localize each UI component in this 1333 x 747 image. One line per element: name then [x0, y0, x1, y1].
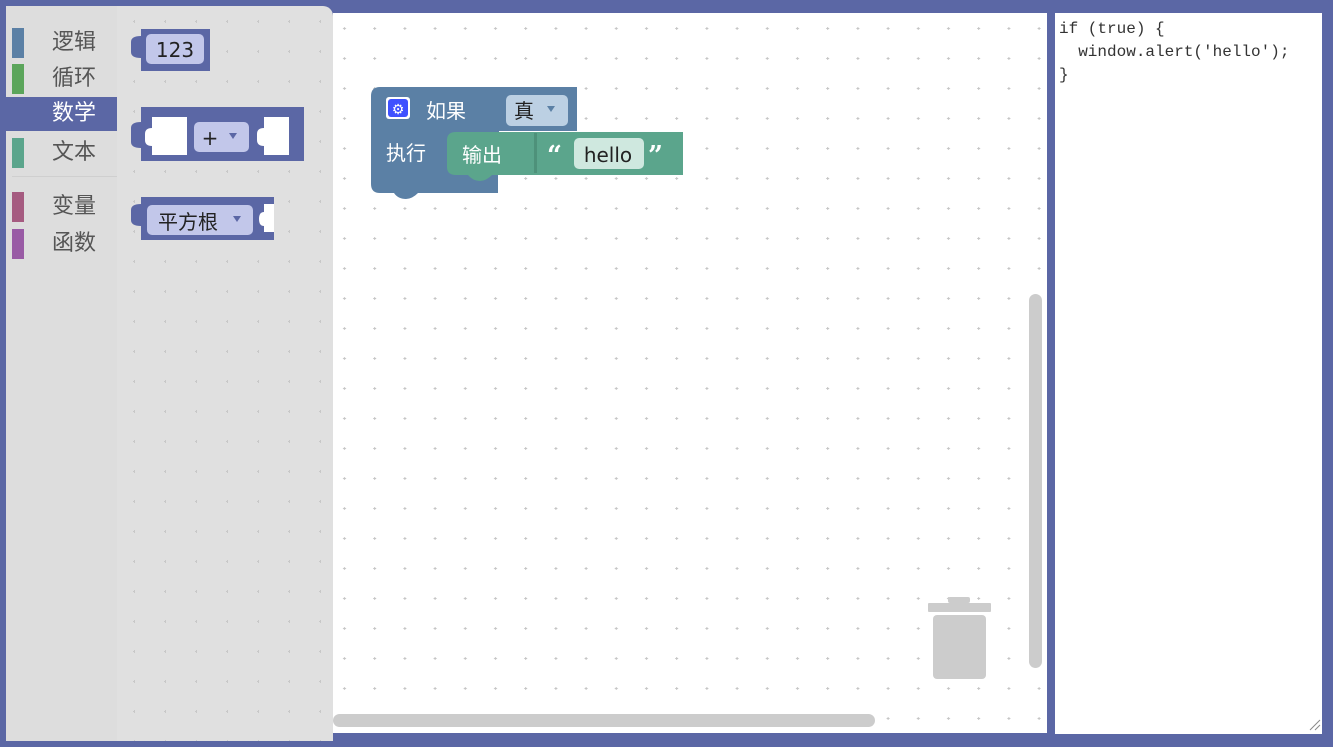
- category-label: 文本: [52, 140, 97, 165]
- trash-icon[interactable]: [927, 597, 993, 683]
- category-color-bar: [12, 138, 24, 168]
- operator-value: +: [202, 126, 219, 150]
- category-math[interactable]: 数学: [6, 97, 117, 131]
- category-functions[interactable]: 函数: [6, 227, 117, 261]
- category-color-bar: [12, 28, 24, 58]
- code-output[interactable]: if (true) { window.alert('hello'); }: [1055, 13, 1322, 734]
- category-label: 变量: [52, 194, 97, 219]
- if-label: 如果: [426, 99, 466, 123]
- category-color-bar: [12, 64, 24, 94]
- category-label: 逻辑: [52, 30, 97, 55]
- do-label: 执行: [386, 141, 426, 165]
- toolbox: 逻辑 循环 数学 文本 变量 函数: [6, 6, 117, 741]
- math-number-block[interactable]: 123: [131, 29, 210, 71]
- category-logic[interactable]: 逻辑: [6, 26, 117, 60]
- resize-grip-icon[interactable]: [1307, 717, 1321, 731]
- text-print-block[interactable]: 输出 “ hello ”: [447, 132, 683, 181]
- operation-value: 平方根: [158, 210, 218, 234]
- number-value: 123: [156, 38, 194, 62]
- category-color-bar: [12, 229, 24, 259]
- horizontal-scrollbar[interactable]: [333, 714, 875, 727]
- category-separator: [12, 176, 117, 177]
- category-loops[interactable]: 循环: [6, 62, 117, 96]
- category-color-bar: [12, 99, 24, 129]
- math-arithmetic-block[interactable]: +: [131, 107, 304, 161]
- open-quote: “: [547, 141, 562, 171]
- code-line: }: [1059, 66, 1069, 84]
- print-label: 输出: [462, 143, 502, 167]
- code-line: if (true) {: [1059, 20, 1165, 38]
- category-label: 函数: [52, 231, 97, 256]
- category-label: 循环: [52, 66, 97, 91]
- category-label: 数学: [52, 101, 97, 126]
- code-line: window.alert('hello');: [1059, 43, 1290, 61]
- svg-text:⚙: ⚙: [392, 102, 405, 118]
- vertical-scrollbar[interactable]: [1029, 294, 1042, 668]
- category-color-bar: [12, 192, 24, 222]
- text-value: hello: [584, 143, 632, 167]
- condition-value: 真: [514, 99, 534, 123]
- math-single-block[interactable]: 平方根: [131, 197, 274, 240]
- category-variables[interactable]: 变量: [6, 190, 117, 224]
- category-text[interactable]: 文本: [6, 136, 117, 170]
- close-quote: ”: [648, 141, 663, 171]
